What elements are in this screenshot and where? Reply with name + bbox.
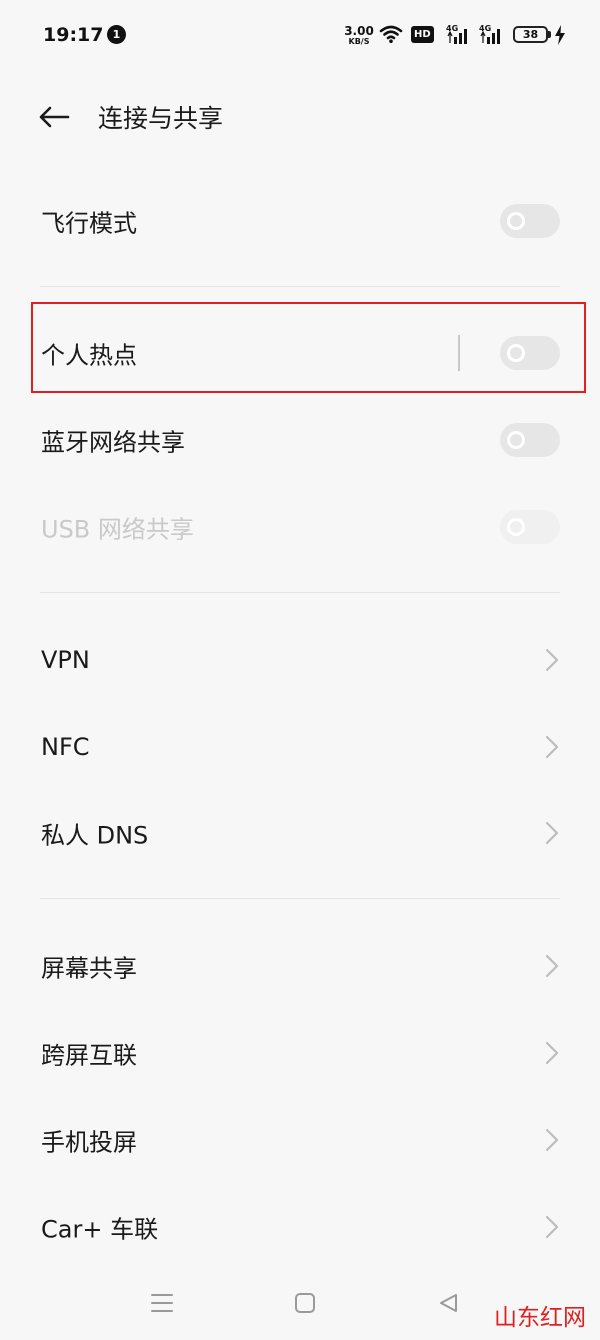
section-divider: [40, 898, 560, 899]
bluetooth-tethering-row[interactable]: 蓝牙网络共享: [0, 400, 600, 480]
section-divider: [40, 592, 560, 593]
toggle-knob: [507, 518, 525, 536]
chevron-right-icon: [542, 1125, 562, 1155]
chevron-right-icon: [542, 1038, 562, 1068]
network-speed: 3.00 KB/S: [343, 25, 375, 46]
car-link-row[interactable]: Car+ 车联: [0, 1187, 600, 1267]
signal-strength-2-icon: [480, 27, 504, 48]
private-dns-row[interactable]: 私人 DNS: [0, 793, 600, 873]
usb-tethering-row: USB 网络共享: [0, 487, 600, 567]
cross-screen-label: 跨屏互联: [41, 1041, 137, 1070]
phone-cast-row[interactable]: 手机投屏: [0, 1100, 600, 1180]
chevron-right-icon: [542, 951, 562, 981]
network-speed-unit: KB/S: [348, 37, 370, 46]
network-speed-value: 3.00: [344, 24, 374, 38]
recents-button[interactable]: [147, 1290, 177, 1320]
watermark-text: 山东红网: [494, 1305, 586, 1331]
battery-icon: 38: [513, 26, 548, 43]
car-link-label: Car+ 车联: [41, 1215, 159, 1244]
chevron-right-icon: [542, 645, 562, 675]
chevron-right-icon: [542, 1212, 562, 1242]
usb-tethering-label: USB 网络共享: [41, 515, 194, 544]
nfc-label: NFC: [41, 733, 90, 761]
notification-badge: 1: [107, 25, 126, 44]
arrow-left-icon: [38, 105, 70, 133]
highlight-box: [31, 302, 586, 393]
status-time: 19:17: [43, 24, 104, 46]
toggle-knob: [507, 212, 525, 230]
screen-share-row[interactable]: 屏幕共享: [0, 926, 600, 1006]
airplane-mode-toggle[interactable]: [500, 204, 560, 238]
charging-bolt-icon: [554, 25, 566, 49]
airplane-mode-row[interactable]: 飞行模式: [0, 181, 600, 261]
back-nav-button[interactable]: [433, 1290, 463, 1320]
home-square-icon: [294, 1292, 316, 1318]
bluetooth-tethering-toggle[interactable]: [500, 423, 560, 457]
phone-cast-label: 手机投屏: [41, 1128, 137, 1157]
usb-tethering-toggle: [500, 510, 560, 544]
chevron-right-icon: [542, 732, 562, 762]
vpn-label: VPN: [41, 646, 90, 674]
airplane-mode-label: 飞行模式: [41, 209, 137, 238]
signal-strength-icon: [447, 27, 471, 48]
vpn-row[interactable]: VPN: [0, 620, 600, 700]
chevron-right-icon: [542, 818, 562, 848]
cross-screen-row[interactable]: 跨屏互联: [0, 1013, 600, 1093]
back-triangle-icon: [437, 1292, 459, 1318]
section-divider: [40, 286, 560, 287]
page-title: 连接与共享: [98, 104, 224, 133]
battery-tip: [548, 31, 551, 38]
nfc-row[interactable]: NFC: [0, 707, 600, 787]
hd-voice-icon: HD: [411, 26, 434, 43]
home-button[interactable]: [290, 1290, 320, 1320]
back-button[interactable]: [34, 102, 74, 136]
bluetooth-tethering-label: 蓝牙网络共享: [41, 428, 185, 457]
screen-share-label: 屏幕共享: [41, 954, 137, 983]
wifi-icon: [379, 24, 403, 48]
page-header: 连接与共享: [0, 92, 600, 146]
toggle-knob: [507, 431, 525, 449]
status-bar: 19:17 1 3.00 KB/S HD 4G 4G 38: [0, 0, 600, 70]
private-dns-label: 私人 DNS: [41, 821, 149, 850]
menu-icon: [150, 1292, 174, 1318]
